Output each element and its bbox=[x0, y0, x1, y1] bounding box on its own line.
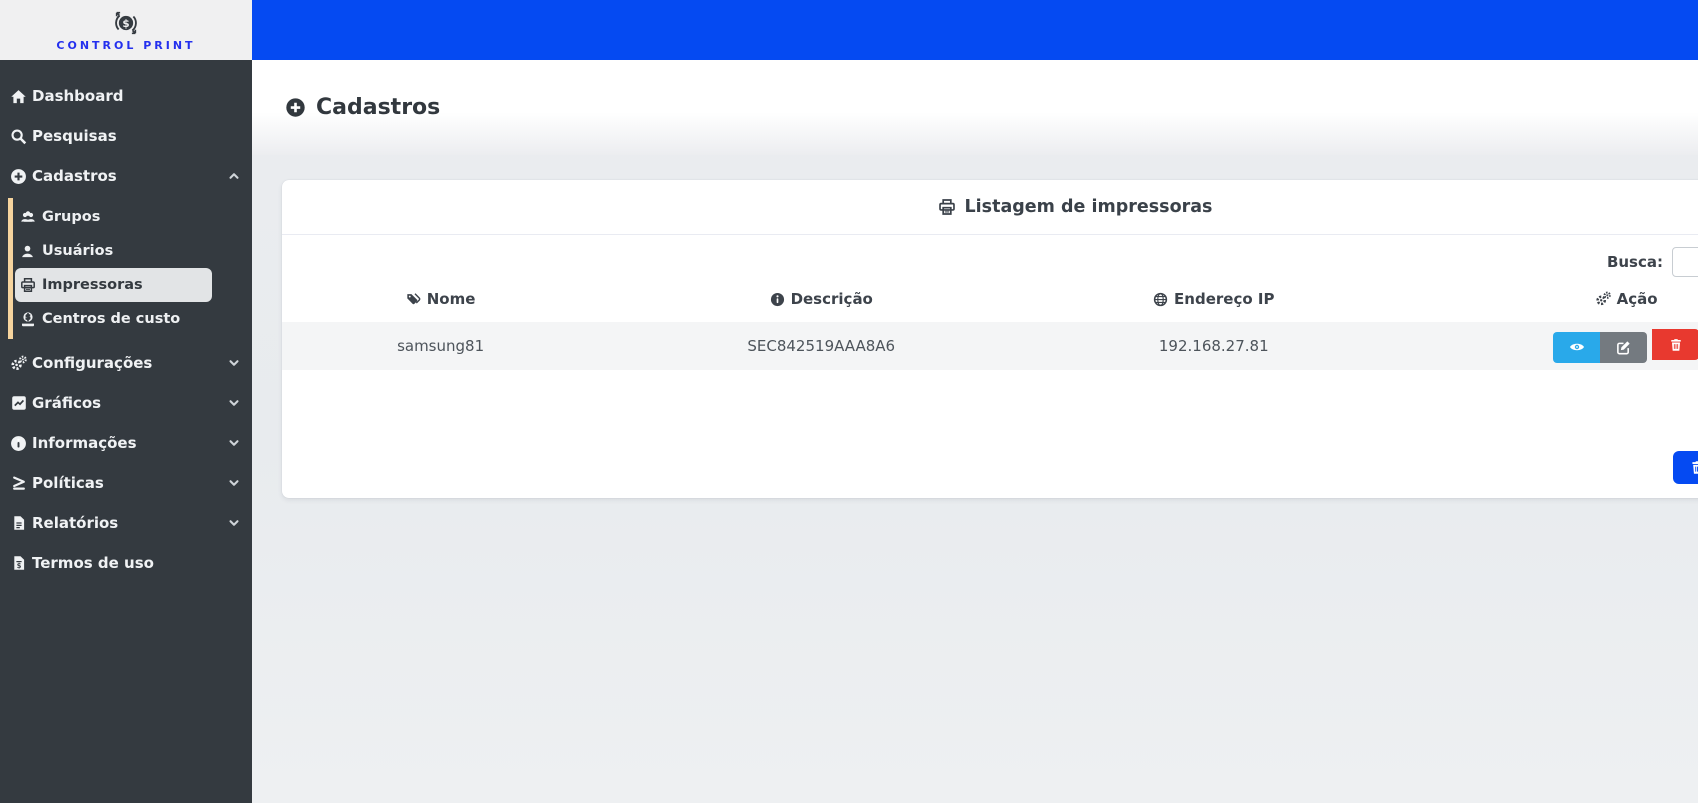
content-header: Cadastros bbox=[252, 60, 1698, 155]
sidebar-item-label: Políticas bbox=[32, 474, 104, 492]
sidebar-item-dashboard[interactable]: Dashboard bbox=[0, 76, 252, 116]
main-content: Cadastros Listagem de impressoras Busca: bbox=[252, 0, 1698, 803]
column-header-endereco-ip: Endereço IP bbox=[1043, 284, 1384, 322]
trash-icon bbox=[1669, 338, 1683, 352]
sidebar-item-graficos[interactable]: Gráficos bbox=[0, 383, 252, 423]
delete-button[interactable] bbox=[1652, 329, 1698, 361]
search-input[interactable] bbox=[1672, 247, 1698, 277]
view-button[interactable] bbox=[1553, 331, 1601, 363]
sidebar-item-cadastros[interactable]: Cadastros bbox=[0, 156, 252, 196]
plus-circle-icon bbox=[285, 97, 306, 118]
sidebar-item-informacoes[interactable]: Informações bbox=[0, 423, 252, 463]
sidebar-item-label: Centros de custo bbox=[42, 311, 181, 327]
search-label: Busca: bbox=[1606, 253, 1663, 271]
info-circle-icon bbox=[770, 292, 785, 307]
trash-icon bbox=[1690, 460, 1698, 475]
cell-endereco-ip: 192.168.27.81 bbox=[1043, 322, 1385, 370]
row-action-group bbox=[1553, 331, 1648, 363]
brand-name: CONTROL PRINT bbox=[56, 39, 196, 52]
user-icon bbox=[19, 244, 36, 259]
sidebar-item-label: Dashboard bbox=[32, 87, 124, 105]
sidebar-item-label: Configurações bbox=[32, 354, 153, 372]
sidebar-item-usuarios[interactable]: Usuários bbox=[15, 234, 212, 268]
users-icon bbox=[19, 209, 36, 225]
brand-logo[interactable]: $ CONTROL PRINT bbox=[0, 0, 252, 60]
sidebar-item-termos-de-uso[interactable]: Termos de uso bbox=[0, 543, 252, 583]
chevron-down-icon bbox=[228, 397, 240, 409]
table-row: samsung81 SEC842519AAA8A6 192.168.27.81 bbox=[282, 322, 1698, 370]
chevron-down-icon bbox=[228, 437, 240, 449]
chevron-down-icon bbox=[228, 357, 240, 369]
info-circle-icon bbox=[9, 435, 28, 452]
sidebar-item-impressoras[interactable]: Impressoras bbox=[15, 268, 212, 302]
app-window: $ CONTROL PRINT Dashboard Pesquisas Cada… bbox=[0, 0, 1698, 803]
sidebar-item-pesquisas[interactable]: Pesquisas bbox=[0, 116, 252, 156]
printers-card: Listagem de impressoras Busca: Nome Desc… bbox=[282, 180, 1698, 498]
sidebar-item-configuracoes[interactable]: Configurações bbox=[0, 343, 252, 383]
tags-icon bbox=[406, 292, 421, 307]
column-header-descricao: Descrição bbox=[599, 284, 1043, 322]
svg-text:$: $ bbox=[122, 18, 129, 30]
plus-circle-icon bbox=[9, 167, 28, 185]
globe-icon bbox=[1153, 292, 1168, 307]
sidebar-item-label: Termos de uso bbox=[32, 554, 154, 572]
search-icon bbox=[9, 128, 28, 145]
cell-acao bbox=[1384, 322, 1698, 370]
eye-icon bbox=[1569, 339, 1585, 355]
sidebar-item-label: Usuários bbox=[42, 243, 114, 259]
card-header: Listagem de impressoras bbox=[282, 180, 1698, 235]
sidebar-item-label: Relatórios bbox=[32, 514, 119, 532]
sidebar-item-label: Gráficos bbox=[32, 394, 102, 412]
file-dollar-icon bbox=[9, 555, 28, 571]
chevron-down-icon bbox=[228, 517, 240, 529]
sidebar-item-label: Informações bbox=[32, 434, 137, 452]
cell-descricao: SEC842519AAA8A6 bbox=[599, 322, 1044, 370]
sidebar-item-label: Impressoras bbox=[42, 277, 143, 293]
page-title: Cadastros bbox=[316, 95, 441, 120]
printer-icon bbox=[938, 198, 956, 216]
sidebar-item-politicas[interactable]: Políticas bbox=[0, 463, 252, 503]
edit-icon bbox=[1616, 340, 1631, 355]
gears-icon bbox=[1595, 291, 1611, 307]
bulk-delete-button[interactable] bbox=[1673, 451, 1698, 484]
table-header-row: Nome Descrição Endereço IP Ação bbox=[282, 284, 1698, 322]
sidebar-item-grupos[interactable]: Grupos bbox=[15, 200, 212, 234]
printers-table: Nome Descrição Endereço IP Ação samsung8… bbox=[282, 284, 1698, 370]
sidebar-item-centros-de-custo[interactable]: Centros de custo bbox=[15, 302, 212, 336]
file-icon bbox=[9, 515, 28, 531]
column-header-nome: Nome bbox=[282, 284, 599, 322]
home-icon bbox=[9, 88, 28, 105]
greater-equal-icon bbox=[9, 475, 28, 491]
sidebar: $ CONTROL PRINT Dashboard Pesquisas Cada… bbox=[0, 0, 252, 803]
sidebar-nav: Dashboard Pesquisas Cadastros Grupos Usu… bbox=[0, 60, 252, 583]
chart-line-icon bbox=[9, 395, 28, 411]
sidebar-item-label: Grupos bbox=[42, 209, 101, 225]
chevron-down-icon bbox=[228, 477, 240, 489]
cadastros-submenu: Grupos Usuários Impressoras Centros de c… bbox=[8, 198, 252, 339]
topbar bbox=[252, 0, 1698, 60]
dollar-sync-icon: $ bbox=[115, 11, 137, 35]
gears-icon bbox=[9, 354, 28, 372]
sidebar-item-label: Cadastros bbox=[32, 167, 117, 185]
chevron-up-icon bbox=[228, 170, 240, 182]
column-header-acao: Ação bbox=[1384, 284, 1698, 322]
printer-icon bbox=[19, 277, 36, 293]
sidebar-item-label: Pesquisas bbox=[32, 127, 117, 145]
cell-nome: samsung81 bbox=[282, 322, 600, 370]
donate-icon bbox=[19, 311, 36, 327]
search-row: Busca: bbox=[282, 235, 1698, 284]
edit-button[interactable] bbox=[1600, 331, 1648, 363]
card-title: Listagem de impressoras bbox=[964, 197, 1213, 217]
sidebar-item-relatorios[interactable]: Relatórios bbox=[0, 503, 252, 543]
